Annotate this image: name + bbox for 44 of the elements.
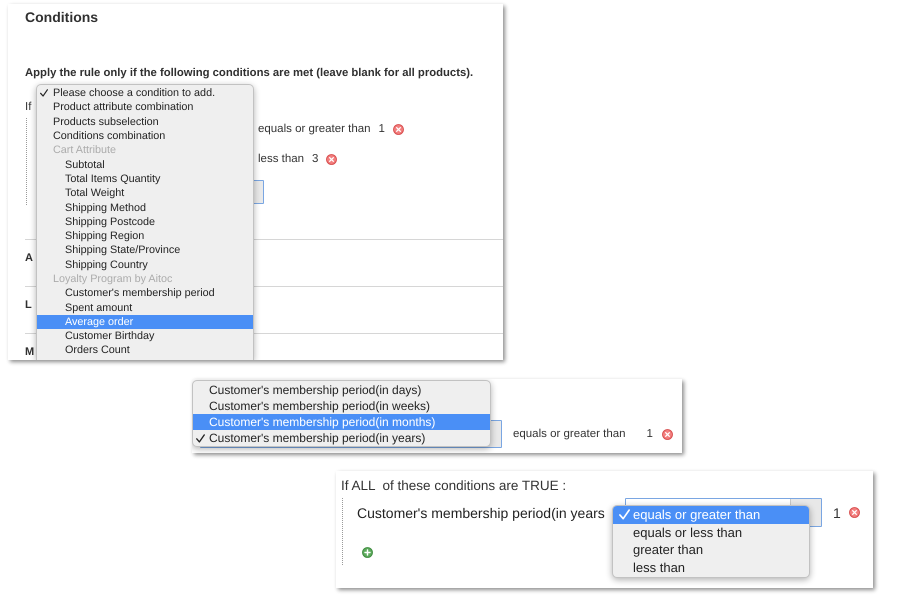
- menu-option[interactable]: Conditions combination: [37, 128, 253, 144]
- condition-operator: equals or greater than: [513, 427, 626, 442]
- menu-option[interactable]: Total Weight: [37, 186, 253, 200]
- condition-value: 1: [646, 427, 653, 442]
- menu-option[interactable]: Customer's membership period: [37, 286, 253, 300]
- section-heading: M: [25, 346, 34, 359]
- menu-option[interactable]: Customer Birthday: [37, 329, 253, 344]
- condition-value: 1: [833, 504, 841, 520]
- menu-option[interactable]: Shipping Country: [37, 258, 253, 272]
- menu-option[interactable]: Customer's membership period(in days): [193, 382, 490, 398]
- menu-option[interactable]: Shipping State/Province: [37, 243, 253, 258]
- add-icon[interactable]: [362, 547, 373, 558]
- menu-option[interactable]: Shipping Method: [37, 200, 253, 215]
- menu-group-label: Loyalty Program by Aitoc: [52, 272, 174, 286]
- condition-value: 3: [312, 152, 318, 167]
- remove-icon[interactable]: [326, 154, 338, 164]
- menu-option[interactable]: Shipping Region: [37, 228, 253, 244]
- section-heading: L: [25, 299, 32, 312]
- condition-operator: equals or greater than: [258, 122, 371, 137]
- menu-option[interactable]: less than: [613, 558, 809, 576]
- menu-option[interactable]: Products subselection: [37, 114, 253, 129]
- condition-label: Customer's membership period(in years: [357, 504, 605, 522]
- remove-icon[interactable]: [848, 507, 860, 518]
- section-heading: A: [25, 252, 33, 265]
- condition-operator: less than: [258, 152, 304, 167]
- remove-icon[interactable]: [392, 124, 404, 134]
- condition-value: 1: [378, 122, 385, 137]
- condition-prefix: If: [25, 100, 32, 115]
- menu-option[interactable]: Total Items Quantity: [37, 172, 253, 186]
- section-title: Conditions: [25, 8, 98, 27]
- menu-option[interactable]: Customer's membership period(in years): [193, 430, 490, 446]
- conditions-heading: If ALL of these conditions are TRUE :: [341, 478, 566, 494]
- menu-option[interactable]: Please choose a condition to add.: [37, 86, 253, 100]
- remove-icon[interactable]: [662, 428, 673, 440]
- menu-group-label: Cart Attribute: [52, 143, 118, 158]
- menu-option[interactable]: Customer's membership period(in weeks): [193, 398, 490, 414]
- menu-option[interactable]: Shipping Postcode: [37, 214, 253, 229]
- menu-option[interactable]: equals or less than: [613, 524, 809, 542]
- menu-option[interactable]: Orders Count: [37, 343, 253, 358]
- instruction-text: Apply the rule only if the following conditions are met (leave blank for all products).: [25, 66, 474, 81]
- menu-option[interactable]: Subtotal: [37, 157, 253, 172]
- menu-option[interactable]: greater than: [613, 541, 809, 559]
- menu-option[interactable]: Spent amount: [37, 300, 253, 315]
- menu-option[interactable]: Product attribute combination: [37, 100, 253, 115]
